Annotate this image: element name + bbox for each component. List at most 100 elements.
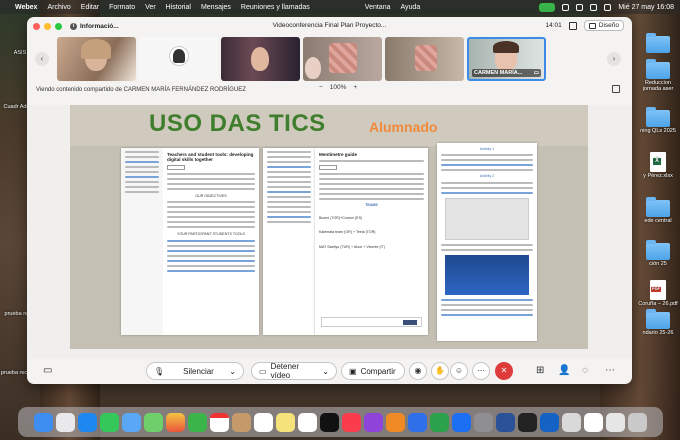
menu-mensajes[interactable]: Mensajes bbox=[201, 4, 231, 11]
folder-icon bbox=[646, 197, 670, 217]
grid-view-icon[interactable] bbox=[568, 21, 577, 30]
minimize-window-button[interactable] bbox=[44, 22, 51, 30]
menu-clock[interactable]: Mié 27 may 16:08 bbox=[618, 4, 674, 11]
layout-button[interactable]: Diseño bbox=[583, 20, 624, 31]
desktop-file[interactable]: Coruña – 26.pdf bbox=[638, 280, 678, 307]
menu-app-name[interactable]: Webex bbox=[15, 4, 37, 11]
stop-video-button[interactable]: ▭ Detener vídeo ⌄ bbox=[251, 362, 337, 380]
menu-formato[interactable]: Formato bbox=[109, 4, 135, 11]
slide-banner bbox=[70, 105, 588, 146]
battery-icon[interactable] bbox=[562, 3, 570, 11]
outlook-icon[interactable] bbox=[540, 412, 559, 432]
layout-icon bbox=[588, 22, 596, 29]
zoom-in-button[interactable]: + bbox=[353, 84, 357, 91]
end-meeting-button[interactable]: ✕ bbox=[495, 362, 513, 380]
notes-icon[interactable] bbox=[276, 412, 295, 432]
avatar-icon bbox=[173, 49, 185, 63]
maps-icon[interactable] bbox=[144, 412, 163, 432]
participant-video[interactable] bbox=[303, 37, 382, 81]
desktop-folder[interactable]: Reduccion jornada aser bbox=[638, 59, 678, 93]
close-window-button[interactable] bbox=[33, 22, 40, 30]
numbers-icon[interactable] bbox=[430, 412, 449, 432]
desktop-folder[interactable]: ning QLs 2025 bbox=[638, 107, 678, 134]
calendar-icon[interactable] bbox=[210, 412, 229, 432]
finder-icon[interactable] bbox=[34, 412, 53, 432]
wifi-icon[interactable] bbox=[576, 3, 584, 11]
meeting-info-button[interactable]: i Informació... bbox=[70, 22, 119, 30]
page-label: TEAMS bbox=[365, 203, 378, 208]
embedded-image bbox=[445, 197, 529, 240]
menu-editar[interactable]: Editar bbox=[81, 4, 99, 11]
participant-video[interactable] bbox=[221, 37, 300, 81]
textedit-icon[interactable] bbox=[584, 412, 603, 432]
zoom-level[interactable]: 100% bbox=[330, 84, 347, 91]
menu-ver[interactable]: Ver bbox=[145, 4, 156, 11]
music-icon[interactable] bbox=[342, 412, 361, 432]
settings-icon[interactable] bbox=[474, 412, 493, 432]
mute-label: Silenciar bbox=[183, 366, 214, 376]
zoom-controls: − 100% + bbox=[319, 84, 357, 91]
desktop-folder[interactable] bbox=[638, 33, 678, 54]
desktop-folder[interactable]: ción 25 bbox=[638, 240, 678, 267]
desktop-folder[interactable]: ndario 25-26 bbox=[638, 309, 678, 336]
chat-icon[interactable]: ◌ bbox=[582, 365, 588, 376]
recording-button[interactable]: ◉ bbox=[409, 362, 427, 380]
participant-video[interactable] bbox=[57, 37, 136, 81]
desktop-file[interactable]: y Pérez.xlsx bbox=[638, 152, 678, 179]
trash-icon[interactable] bbox=[628, 412, 647, 432]
pages-icon[interactable] bbox=[386, 412, 405, 432]
menu-archivo[interactable]: Archivo bbox=[47, 4, 70, 11]
participant-face bbox=[305, 57, 321, 79]
popout-share-icon[interactable] bbox=[612, 85, 620, 93]
page-sidebar bbox=[121, 148, 163, 335]
prev-participants-button[interactable]: ‹ bbox=[35, 52, 49, 66]
participant-avatar-tile[interactable] bbox=[139, 37, 218, 81]
camera-status-icon[interactable] bbox=[539, 2, 556, 12]
desktop-folder[interactable]: ede central bbox=[638, 197, 678, 224]
freeform-icon[interactable] bbox=[298, 412, 317, 432]
messages-icon[interactable] bbox=[100, 412, 119, 432]
reactions-button[interactable]: ☺ bbox=[450, 362, 468, 380]
tv-icon[interactable] bbox=[320, 412, 339, 432]
chevron-down-icon: ⌄ bbox=[229, 366, 236, 376]
mail-icon[interactable] bbox=[122, 412, 141, 432]
captions-icon[interactable]: ▭ bbox=[43, 365, 52, 376]
participant-video[interactable] bbox=[385, 37, 464, 81]
document-page: Mentimetre guide TEAMS Boomi (TOR)+Corno… bbox=[315, 148, 428, 335]
control-center-icon[interactable] bbox=[604, 3, 612, 11]
more-panels-icon[interactable]: ⋯ bbox=[605, 365, 615, 376]
search-icon[interactable] bbox=[590, 3, 598, 11]
next-participants-button[interactable]: › bbox=[607, 52, 621, 66]
active-speaker-tile[interactable]: CARMEN MARÍA... ▭ bbox=[467, 37, 546, 81]
participant-hair bbox=[493, 41, 519, 53]
menu-ayuda[interactable]: Ayuda bbox=[401, 4, 421, 11]
page-heading: Mentimetre guide bbox=[319, 152, 358, 157]
participants-icon[interactable]: 👤 bbox=[558, 365, 570, 376]
word-icon[interactable] bbox=[496, 412, 515, 432]
safari-icon[interactable] bbox=[78, 412, 97, 432]
apps-icon[interactable]: ⊞ bbox=[536, 365, 544, 376]
webex-icon[interactable] bbox=[518, 412, 537, 432]
launchpad-icon[interactable] bbox=[56, 412, 75, 432]
zoom-out-button[interactable]: − bbox=[319, 84, 323, 91]
fullscreen-window-button[interactable] bbox=[55, 22, 62, 30]
sharing-text: Viendo contenido compartido de CARMEN MA… bbox=[36, 86, 246, 93]
photos-icon[interactable] bbox=[166, 412, 185, 432]
raise-hand-button[interactable]: ✋ bbox=[431, 362, 449, 380]
more-options-button[interactable]: ⋯ bbox=[472, 362, 490, 380]
menu-reuniones[interactable]: Reuniones y llamadas bbox=[241, 4, 310, 11]
stop-video-label: Detener vídeo bbox=[270, 362, 300, 380]
preview-icon[interactable] bbox=[562, 412, 581, 432]
keynote-icon[interactable] bbox=[408, 412, 427, 432]
downloads-icon[interactable] bbox=[606, 412, 625, 432]
facetime-icon[interactable] bbox=[188, 412, 207, 432]
participant-strip: ‹ CARMEN MARÍA... ▭ › bbox=[27, 35, 632, 83]
app-store-icon[interactable] bbox=[452, 412, 471, 432]
menu-historial[interactable]: Historial bbox=[166, 4, 191, 11]
menu-ventana[interactable]: Ventana bbox=[365, 4, 391, 11]
contacts-icon[interactable] bbox=[232, 412, 251, 432]
podcasts-icon[interactable] bbox=[364, 412, 383, 432]
reminders-icon[interactable] bbox=[254, 412, 273, 432]
share-button[interactable]: ▣ Compartir bbox=[341, 362, 405, 380]
mute-button[interactable]: 🎙 Silenciar ⌄ bbox=[146, 362, 244, 380]
